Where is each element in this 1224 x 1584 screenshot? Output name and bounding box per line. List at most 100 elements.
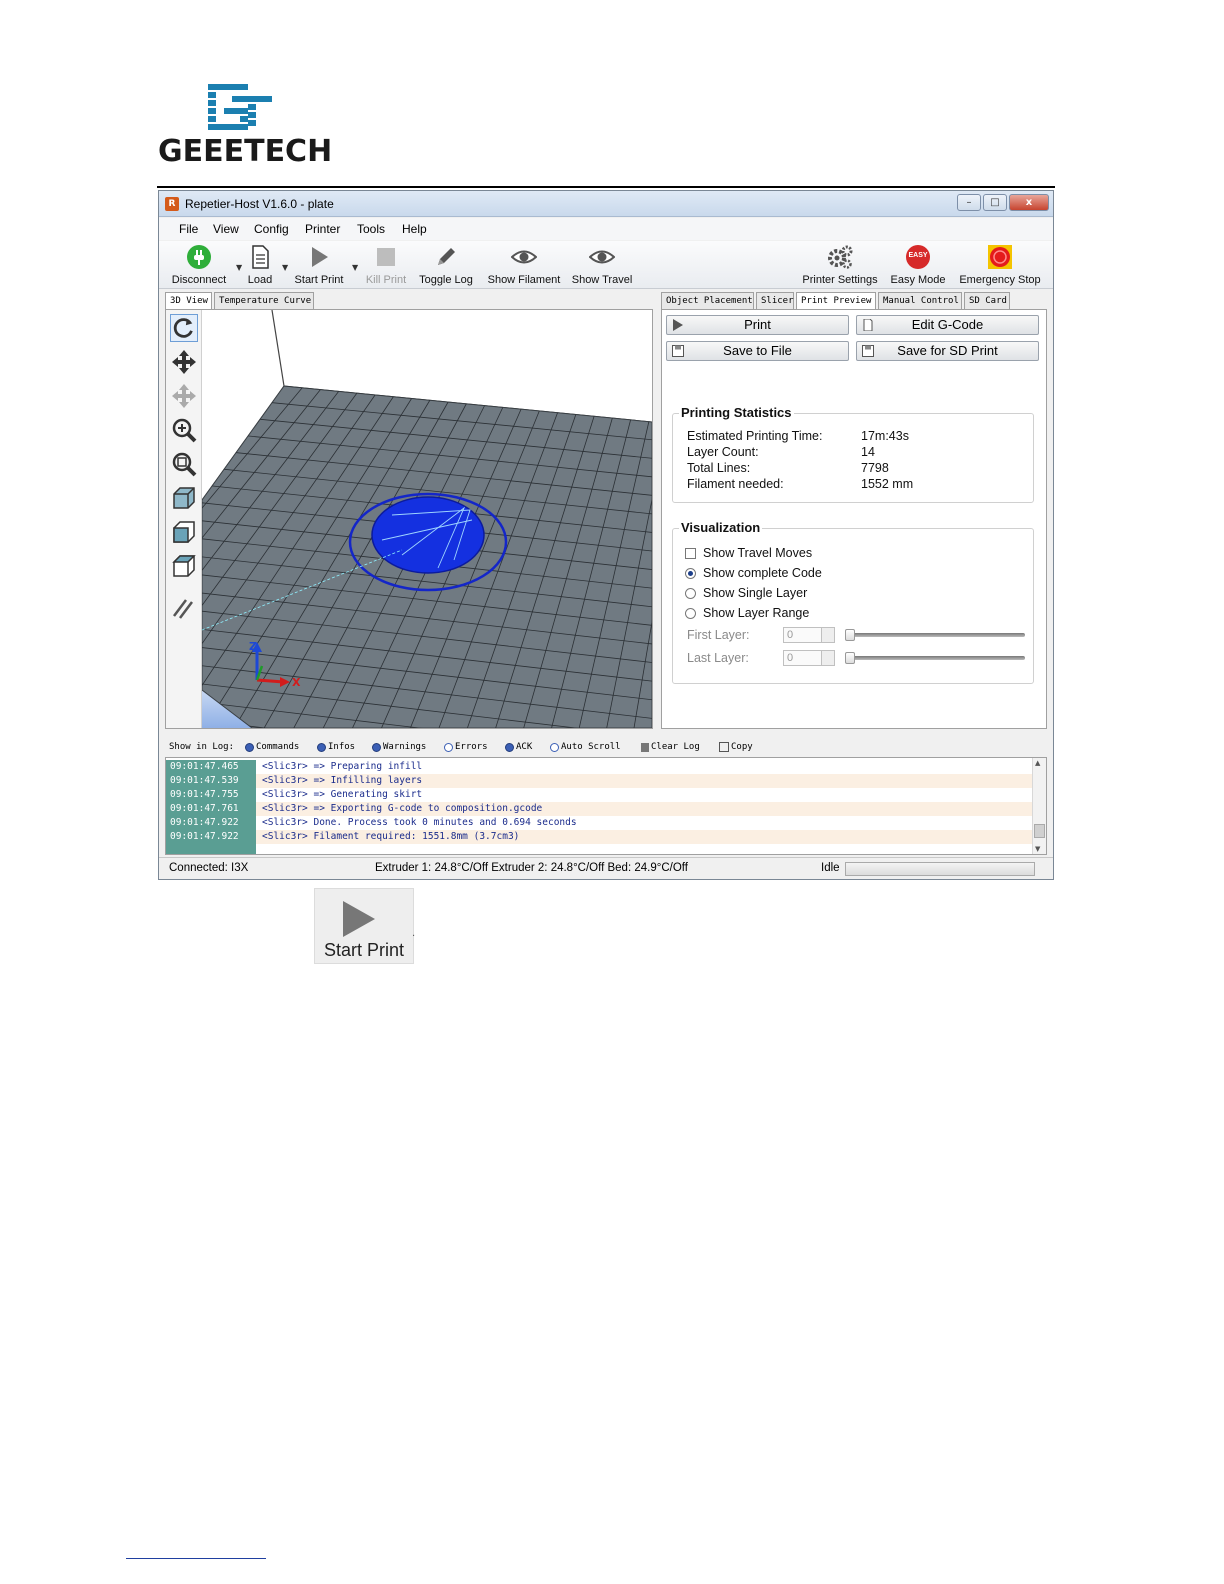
show-single-layer-radio[interactable]: Show Single Layer	[685, 586, 807, 600]
printer-settings-button[interactable]: Printer Settings	[799, 241, 881, 289]
radio-dot[interactable]	[685, 607, 696, 619]
toggle-log-button[interactable]: Toggle Log	[415, 241, 477, 289]
tab-sd-card[interactable]: SD Card	[964, 292, 1010, 310]
header-divider	[157, 186, 1055, 188]
scroll-up-icon[interactable]: ▲	[1035, 759, 1040, 767]
first-layer-slider-thumb[interactable]	[845, 629, 855, 641]
show-complete-code-radio[interactable]: Show complete Code	[685, 566, 822, 580]
z-axis-label: Z	[249, 640, 257, 653]
tab-print-preview[interactable]: Print Preview	[796, 292, 876, 310]
log-commands-toggle[interactable]: Commands	[245, 742, 299, 752]
visualization-title: Visualization	[679, 520, 763, 535]
show-in-log-label: Show in Log:	[169, 742, 235, 752]
first-layer-label: First Layer:	[687, 628, 750, 642]
tab-object-placement[interactable]: Object Placement	[661, 292, 754, 310]
checkbox-box[interactable]	[685, 547, 696, 559]
disconnect-button[interactable]: Disconnect	[165, 241, 233, 289]
move-object-icon[interactable]	[170, 382, 198, 410]
print-button[interactable]: Print	[666, 315, 849, 335]
menu-tools[interactable]: Tools	[357, 222, 385, 236]
rotate-icon[interactable]	[170, 314, 198, 342]
last-layer-slider[interactable]	[845, 656, 1025, 660]
load-button[interactable]: Load	[243, 241, 277, 289]
close-button[interactable]: x	[1009, 194, 1049, 211]
first-layer-spinner[interactable]: 0	[783, 627, 835, 643]
printer-state: Idle	[821, 862, 840, 874]
pencil-icon	[438, 248, 455, 265]
kill-print-button[interactable]: Kill Print	[361, 241, 411, 289]
log-time-gutter	[166, 844, 256, 854]
trash-icon	[641, 742, 649, 752]
toggle-dot-icon	[317, 742, 326, 752]
chevron-down-icon[interactable]: ▼	[236, 263, 242, 272]
maximize-button[interactable]: □	[983, 194, 1007, 211]
document-icon	[252, 245, 269, 269]
play-icon	[343, 901, 375, 937]
copy-log-button[interactable]: Copy	[719, 742, 753, 752]
stat-label: Layer Count:	[687, 445, 759, 459]
show-travel-button[interactable]: Show Travel	[569, 241, 635, 289]
log-ack-toggle[interactable]: ACK	[505, 742, 532, 752]
log-list[interactable]: 09:01:47.465 <Slic3r> => Preparing infill…	[165, 757, 1047, 855]
easy-mode-button[interactable]: EASY Easy Mode	[887, 241, 949, 289]
log-infos-toggle[interactable]: Infos	[317, 742, 355, 752]
move-icon[interactable]	[170, 348, 198, 376]
save-icon	[862, 345, 874, 357]
3d-scene[interactable]: Z X	[202, 310, 652, 728]
edit-gcode-button[interactable]: Edit G-Code	[856, 315, 1039, 335]
fit-view-icon[interactable]	[170, 450, 198, 478]
stop-icon	[377, 248, 395, 266]
radio-dot[interactable]	[685, 587, 696, 599]
tab-slicer[interactable]: Slicer	[756, 292, 794, 310]
save-to-file-button[interactable]: Save to File	[666, 341, 849, 361]
stat-value: 1552 mm	[861, 477, 914, 491]
show-layer-range-radio[interactable]: Show Layer Range	[685, 606, 809, 620]
stat-value: 7798	[861, 461, 889, 475]
clear-log-button[interactable]: Clear Log	[641, 742, 700, 752]
tab-manual-control[interactable]: Manual Control	[878, 292, 962, 310]
front-view-icon[interactable]	[170, 518, 198, 546]
emergency-stop-button[interactable]: Emergency Stop	[955, 241, 1045, 289]
menu-help[interactable]: Help	[402, 222, 427, 236]
iso-view-icon[interactable]	[170, 484, 198, 512]
show-travel-moves-checkbox[interactable]: Show Travel Moves	[685, 546, 812, 560]
parallel-projection-icon[interactable]	[170, 594, 198, 622]
zoom-icon[interactable]	[170, 416, 198, 444]
log-scrollbar[interactable]: ▲ ▼	[1032, 758, 1046, 854]
copy-icon	[719, 742, 729, 752]
show-filament-button[interactable]: Show Filament	[485, 241, 563, 289]
geeetech-logo: GEEETECH	[158, 82, 332, 172]
footer-link-underline	[126, 1558, 266, 1559]
print-preview-panel: Print Edit G-Code Save to File Save for …	[661, 309, 1047, 729]
chevron-down-icon[interactable]: ▼	[282, 263, 288, 272]
menu-file[interactable]: File	[179, 222, 198, 236]
save-icon	[672, 345, 684, 357]
log-row: 09:01:47.539 <Slic3r> => Infilling layers	[166, 774, 1034, 788]
window-controls: – □ x	[955, 194, 1049, 212]
repetier-window: R Repetier-Host V1.6.0 - plate – □ x Fil…	[158, 190, 1054, 880]
start-print-button[interactable]: Start Print	[291, 241, 347, 289]
last-layer-spinner[interactable]: 0	[783, 650, 835, 666]
temperature-status: Extruder 1: 24.8°C/Off Extruder 2: 24.8°…	[375, 862, 688, 874]
menu-config[interactable]: Config	[254, 222, 289, 236]
log-warnings-toggle[interactable]: Warnings	[372, 742, 426, 752]
scroll-down-icon[interactable]: ▼	[1035, 845, 1040, 853]
tab-temperature-curve[interactable]: Temperature Curve	[214, 292, 314, 310]
radio-dot[interactable]	[685, 567, 696, 579]
tab-3d-view[interactable]: 3D View	[165, 292, 212, 310]
menu-view[interactable]: View	[213, 222, 239, 236]
top-view-icon[interactable]	[170, 552, 198, 580]
save-sd-print-button[interactable]: Save for SD Print	[856, 341, 1039, 361]
title-bar[interactable]: R Repetier-Host V1.6.0 - plate – □ x	[159, 191, 1053, 217]
view-tool-strip	[166, 310, 202, 728]
scroll-thumb[interactable]	[1034, 824, 1045, 838]
printing-statistics-group: Printing Statistics Estimated Printing T…	[672, 405, 1034, 503]
last-layer-slider-thumb[interactable]	[845, 652, 855, 664]
chevron-down-icon[interactable]: ▼	[352, 263, 358, 272]
minimize-button[interactable]: –	[957, 194, 981, 211]
menu-printer[interactable]: Printer	[305, 222, 340, 236]
window-title: Repetier-Host V1.6.0 - plate	[185, 197, 334, 211]
log-auto-scroll-toggle[interactable]: Auto Scroll	[550, 742, 621, 752]
first-layer-slider[interactable]	[845, 633, 1025, 637]
log-errors-toggle[interactable]: Errors	[444, 742, 488, 752]
